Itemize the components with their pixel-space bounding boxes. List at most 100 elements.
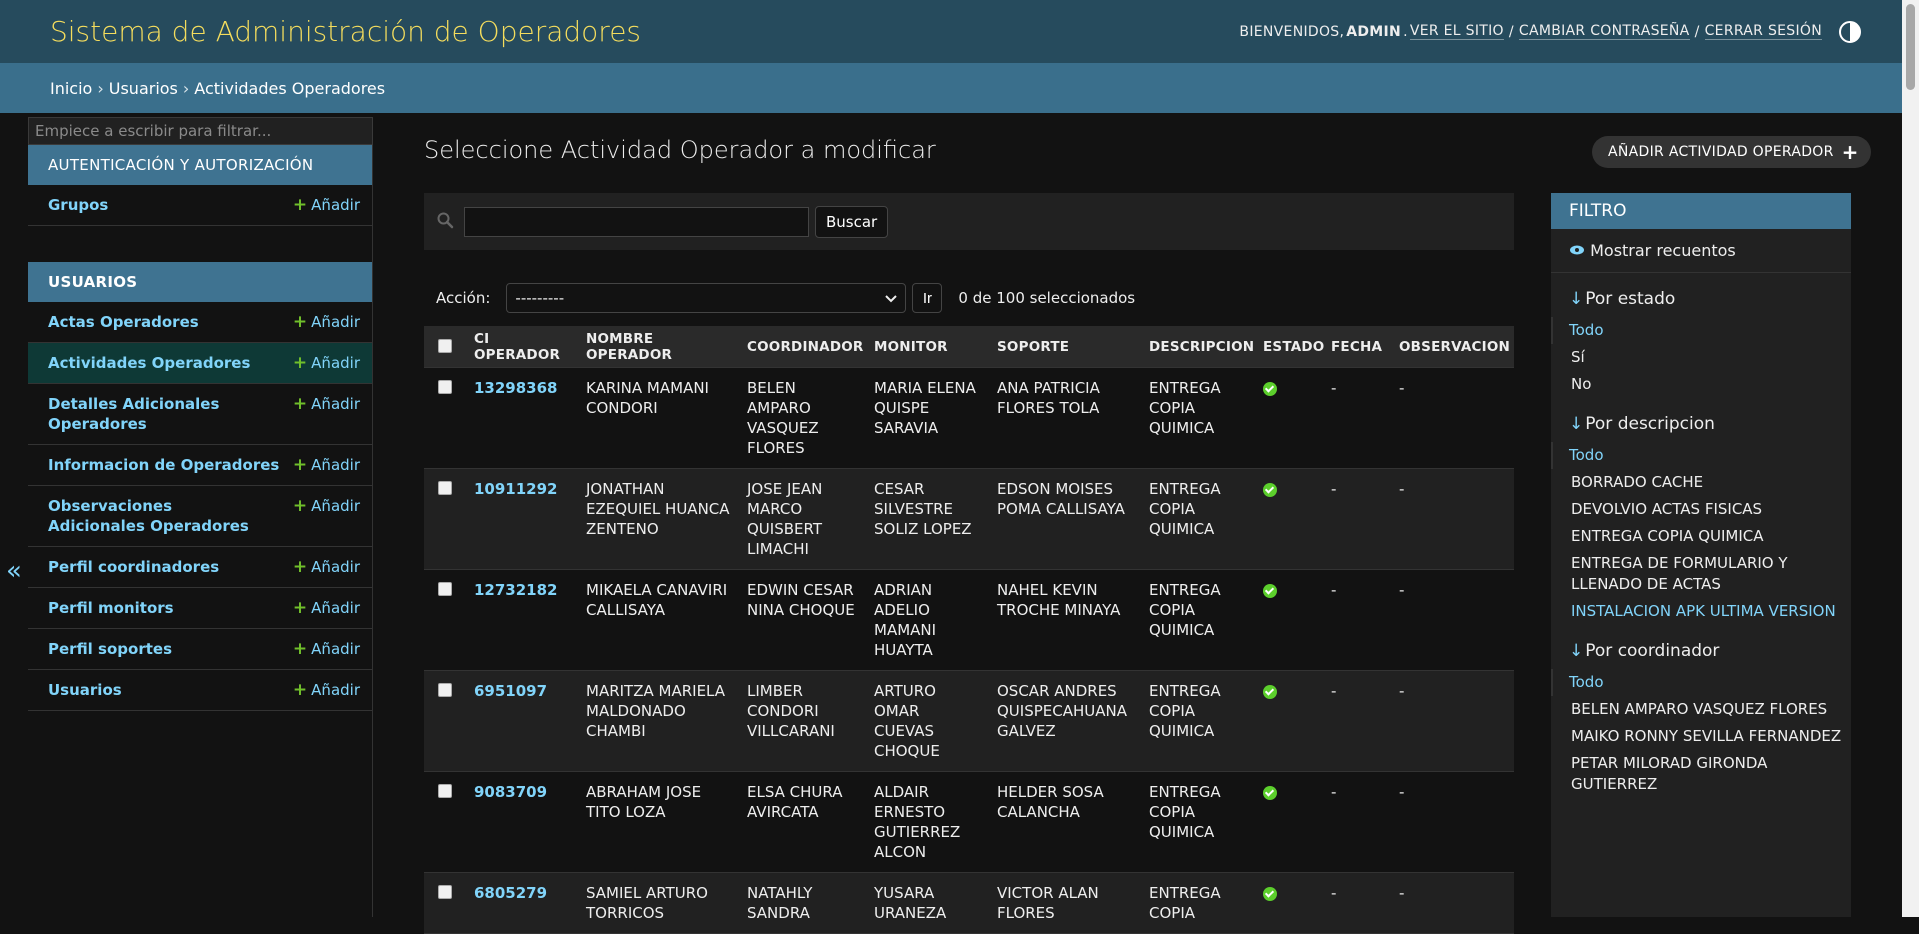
filter-option[interactable]: ENTREGA DE FORMULARIO Y LLENADO DE ACTAS (1569, 550, 1851, 598)
add-link[interactable]: + Añadir (293, 195, 360, 215)
sidebar-item-actividades-operadores[interactable]: Actividades Operadores + Añadir (28, 343, 372, 384)
row-checkbox-cell[interactable] (424, 468, 466, 570)
filter-option[interactable]: MAIKO RONNY SEVILLA FERNANDEZ (1569, 723, 1851, 750)
estado-cell (1255, 367, 1323, 469)
filter-option[interactable]: Todo (1551, 317, 1851, 344)
sidebar-item-detalles-adicionales[interactable]: Detalles Adicionales Operadores + Añadir (28, 384, 372, 445)
ci-link[interactable]: 10911292 (474, 480, 558, 498)
ci-cell: 9083709 (466, 771, 578, 873)
filter-option[interactable]: BELEN AMPARO VASQUEZ FLORES (1569, 696, 1851, 723)
column-header-ci[interactable]: CI OPERADOR (466, 326, 578, 368)
row-checkbox-cell[interactable] (424, 569, 466, 671)
module-caption-usuarios[interactable]: USUARIOS (28, 262, 372, 302)
module-caption-auth[interactable]: AUTENTICACIÓN Y AUTORIZACIÓN (28, 145, 372, 185)
site-title[interactable]: Sistema de Administración de Operadores (50, 15, 641, 48)
sidebar-item-label[interactable]: Detalles Adicionales Operadores (48, 394, 238, 434)
sidebar-item-label[interactable]: Perfil monitors (48, 598, 174, 618)
sidebar-item-label[interactable]: Actividades Operadores (48, 353, 250, 373)
sidebar-item-perfil-monitors[interactable]: Perfil monitors + Añadir (28, 588, 372, 629)
add-link[interactable]: + Añadir (293, 496, 360, 516)
show-counts-label[interactable]: Mostrar recuentos (1590, 241, 1736, 260)
row-checkbox-cell[interactable] (424, 670, 466, 772)
sidebar-item-label[interactable]: Informacion de Operadores (48, 455, 279, 475)
scrollbar-thumb[interactable] (1906, 4, 1915, 90)
filter-option[interactable]: Sí (1569, 344, 1851, 371)
monitor-cell: CESAR SILVESTRE SOLIZ LOPEZ (866, 468, 989, 570)
add-link[interactable]: + Añadir (293, 353, 360, 373)
sidebar-item-usuarios[interactable]: Usuarios + Añadir (28, 670, 372, 711)
logout-link[interactable]: CERRAR SESIÓN (1704, 23, 1822, 40)
collapse-sidebar-icon[interactable]: « (6, 556, 22, 586)
filter-option[interactable]: BORRADO CACHE (1569, 469, 1851, 496)
breadcrumb-app[interactable]: Usuarios (109, 79, 178, 98)
row-checkbox[interactable] (438, 885, 452, 899)
row-checkbox[interactable] (438, 481, 452, 495)
filter-option[interactable]: DEVOLVIO ACTAS FISICAS (1569, 496, 1851, 523)
ci-link[interactable]: 9083709 (474, 783, 547, 801)
sidebar-item-actas-operadores[interactable]: Actas Operadores + Añadir (28, 302, 372, 343)
column-header-estado[interactable]: ESTADO (1255, 326, 1324, 368)
ci-link[interactable]: 6951097 (474, 682, 547, 700)
search-button[interactable]: Buscar (815, 205, 889, 238)
table-row: 9083709 ABRAHAM JOSE TITO LOZA ELSA CHURA … (424, 771, 1514, 873)
sidebar-item-label[interactable]: Actas Operadores (48, 312, 199, 332)
add-link[interactable]: + Añadir (293, 598, 360, 618)
add-link[interactable]: + Añadir (293, 394, 360, 414)
filter-option[interactable]: Todo (1551, 442, 1851, 469)
select-all-checkbox[interactable] (438, 338, 452, 353)
action-select[interactable]: --------- (506, 283, 907, 313)
page-scrollbar[interactable] (1902, 0, 1919, 917)
page-title: Seleccione Actividad Operador a modifica… (424, 136, 936, 164)
column-header-nombre[interactable]: NOMBRE OPERADOR (578, 326, 739, 368)
sidebar-item-informacion-operadores[interactable]: Informacion de Operadores + Añadir (28, 445, 372, 486)
column-header-descripcion[interactable]: DESCRIPCION (1141, 326, 1255, 368)
row-checkbox-cell[interactable] (424, 367, 466, 469)
breadcrumb-home[interactable]: Inicio (50, 79, 92, 98)
sidebar-item-label[interactable]: Perfil soportes (48, 639, 172, 659)
sidebar-item-observaciones-adicionales[interactable]: Observaciones Adicionales Operadores + Añ… (28, 486, 372, 547)
column-header-soporte[interactable]: SOPORTE (989, 326, 1141, 368)
filter-option[interactable]: INSTALACION APK ULTIMA VERSION (1569, 598, 1851, 625)
add-link[interactable]: + Añadir (293, 455, 360, 475)
ci-link[interactable]: 13298368 (474, 379, 558, 397)
theme-toggle-icon[interactable] (1838, 20, 1862, 44)
column-header-monitor[interactable]: MONITOR (866, 326, 989, 368)
ci-link[interactable]: 6805279 (474, 884, 547, 902)
sidebar-item-label[interactable]: Observaciones Adicionales Operadores (48, 496, 258, 536)
add-link[interactable]: + Añadir (293, 312, 360, 332)
view-site-link[interactable]: VER EL SITIO (1409, 23, 1504, 40)
show-counts-link[interactable]: Mostrar recuentos (1551, 229, 1851, 273)
add-link[interactable]: + Añadir (293, 639, 360, 659)
add-link[interactable]: + Añadir (293, 557, 360, 577)
ci-cell: 10911292 (466, 468, 578, 570)
filter-option[interactable]: No (1569, 371, 1851, 398)
change-password-link[interactable]: CAMBIAR CONTRASEÑA (1518, 23, 1690, 40)
filter-option[interactable]: ENTREGA COPIA QUIMICA (1569, 523, 1851, 550)
select-all-checkbox-cell[interactable] (424, 326, 466, 368)
row-checkbox[interactable] (438, 784, 452, 798)
nav-filter-input[interactable] (28, 117, 373, 145)
table-row: 6951097 MARITZA MARIELA MALDONADO CHAMBI L… (424, 670, 1514, 772)
sidebar-item-grupos[interactable]: Grupos + Añadir (28, 185, 372, 226)
row-checkbox[interactable] (438, 380, 452, 394)
selection-counter: 0 de 100 seleccionados (958, 289, 1136, 307)
sidebar-item-label[interactable]: Usuarios (48, 680, 122, 700)
column-header-fecha[interactable]: FECHA (1323, 326, 1391, 368)
sidebar-item-label[interactable]: Perfil coordinadores (48, 557, 219, 577)
column-header-observacion[interactable]: OBSERVACION (1391, 326, 1514, 368)
column-header-coordinador[interactable]: COORDINADOR (739, 326, 866, 368)
sidebar-item-perfil-soportes[interactable]: Perfil soportes + Añadir (28, 629, 372, 670)
filter-option[interactable]: Todo (1551, 669, 1851, 696)
add-link[interactable]: + Añadir (293, 680, 360, 700)
add-actividad-button[interactable]: AÑADIR ACTIVIDAD OPERADOR + (1592, 136, 1871, 168)
go-button[interactable]: Ir (912, 283, 943, 313)
row-checkbox[interactable] (438, 582, 452, 596)
ci-link[interactable]: 12732182 (474, 581, 558, 599)
row-checkbox[interactable] (438, 683, 452, 697)
search-input[interactable] (464, 206, 809, 237)
row-checkbox-cell[interactable] (424, 771, 466, 873)
sidebar-item-perfil-coordinadores[interactable]: Perfil coordinadores + Añadir (28, 547, 372, 588)
sidebar-item-label[interactable]: Grupos (48, 195, 108, 215)
row-checkbox-cell[interactable] (424, 872, 466, 934)
filter-option[interactable]: PETAR MILORAD GIRONDA GUTIERREZ (1569, 750, 1851, 798)
